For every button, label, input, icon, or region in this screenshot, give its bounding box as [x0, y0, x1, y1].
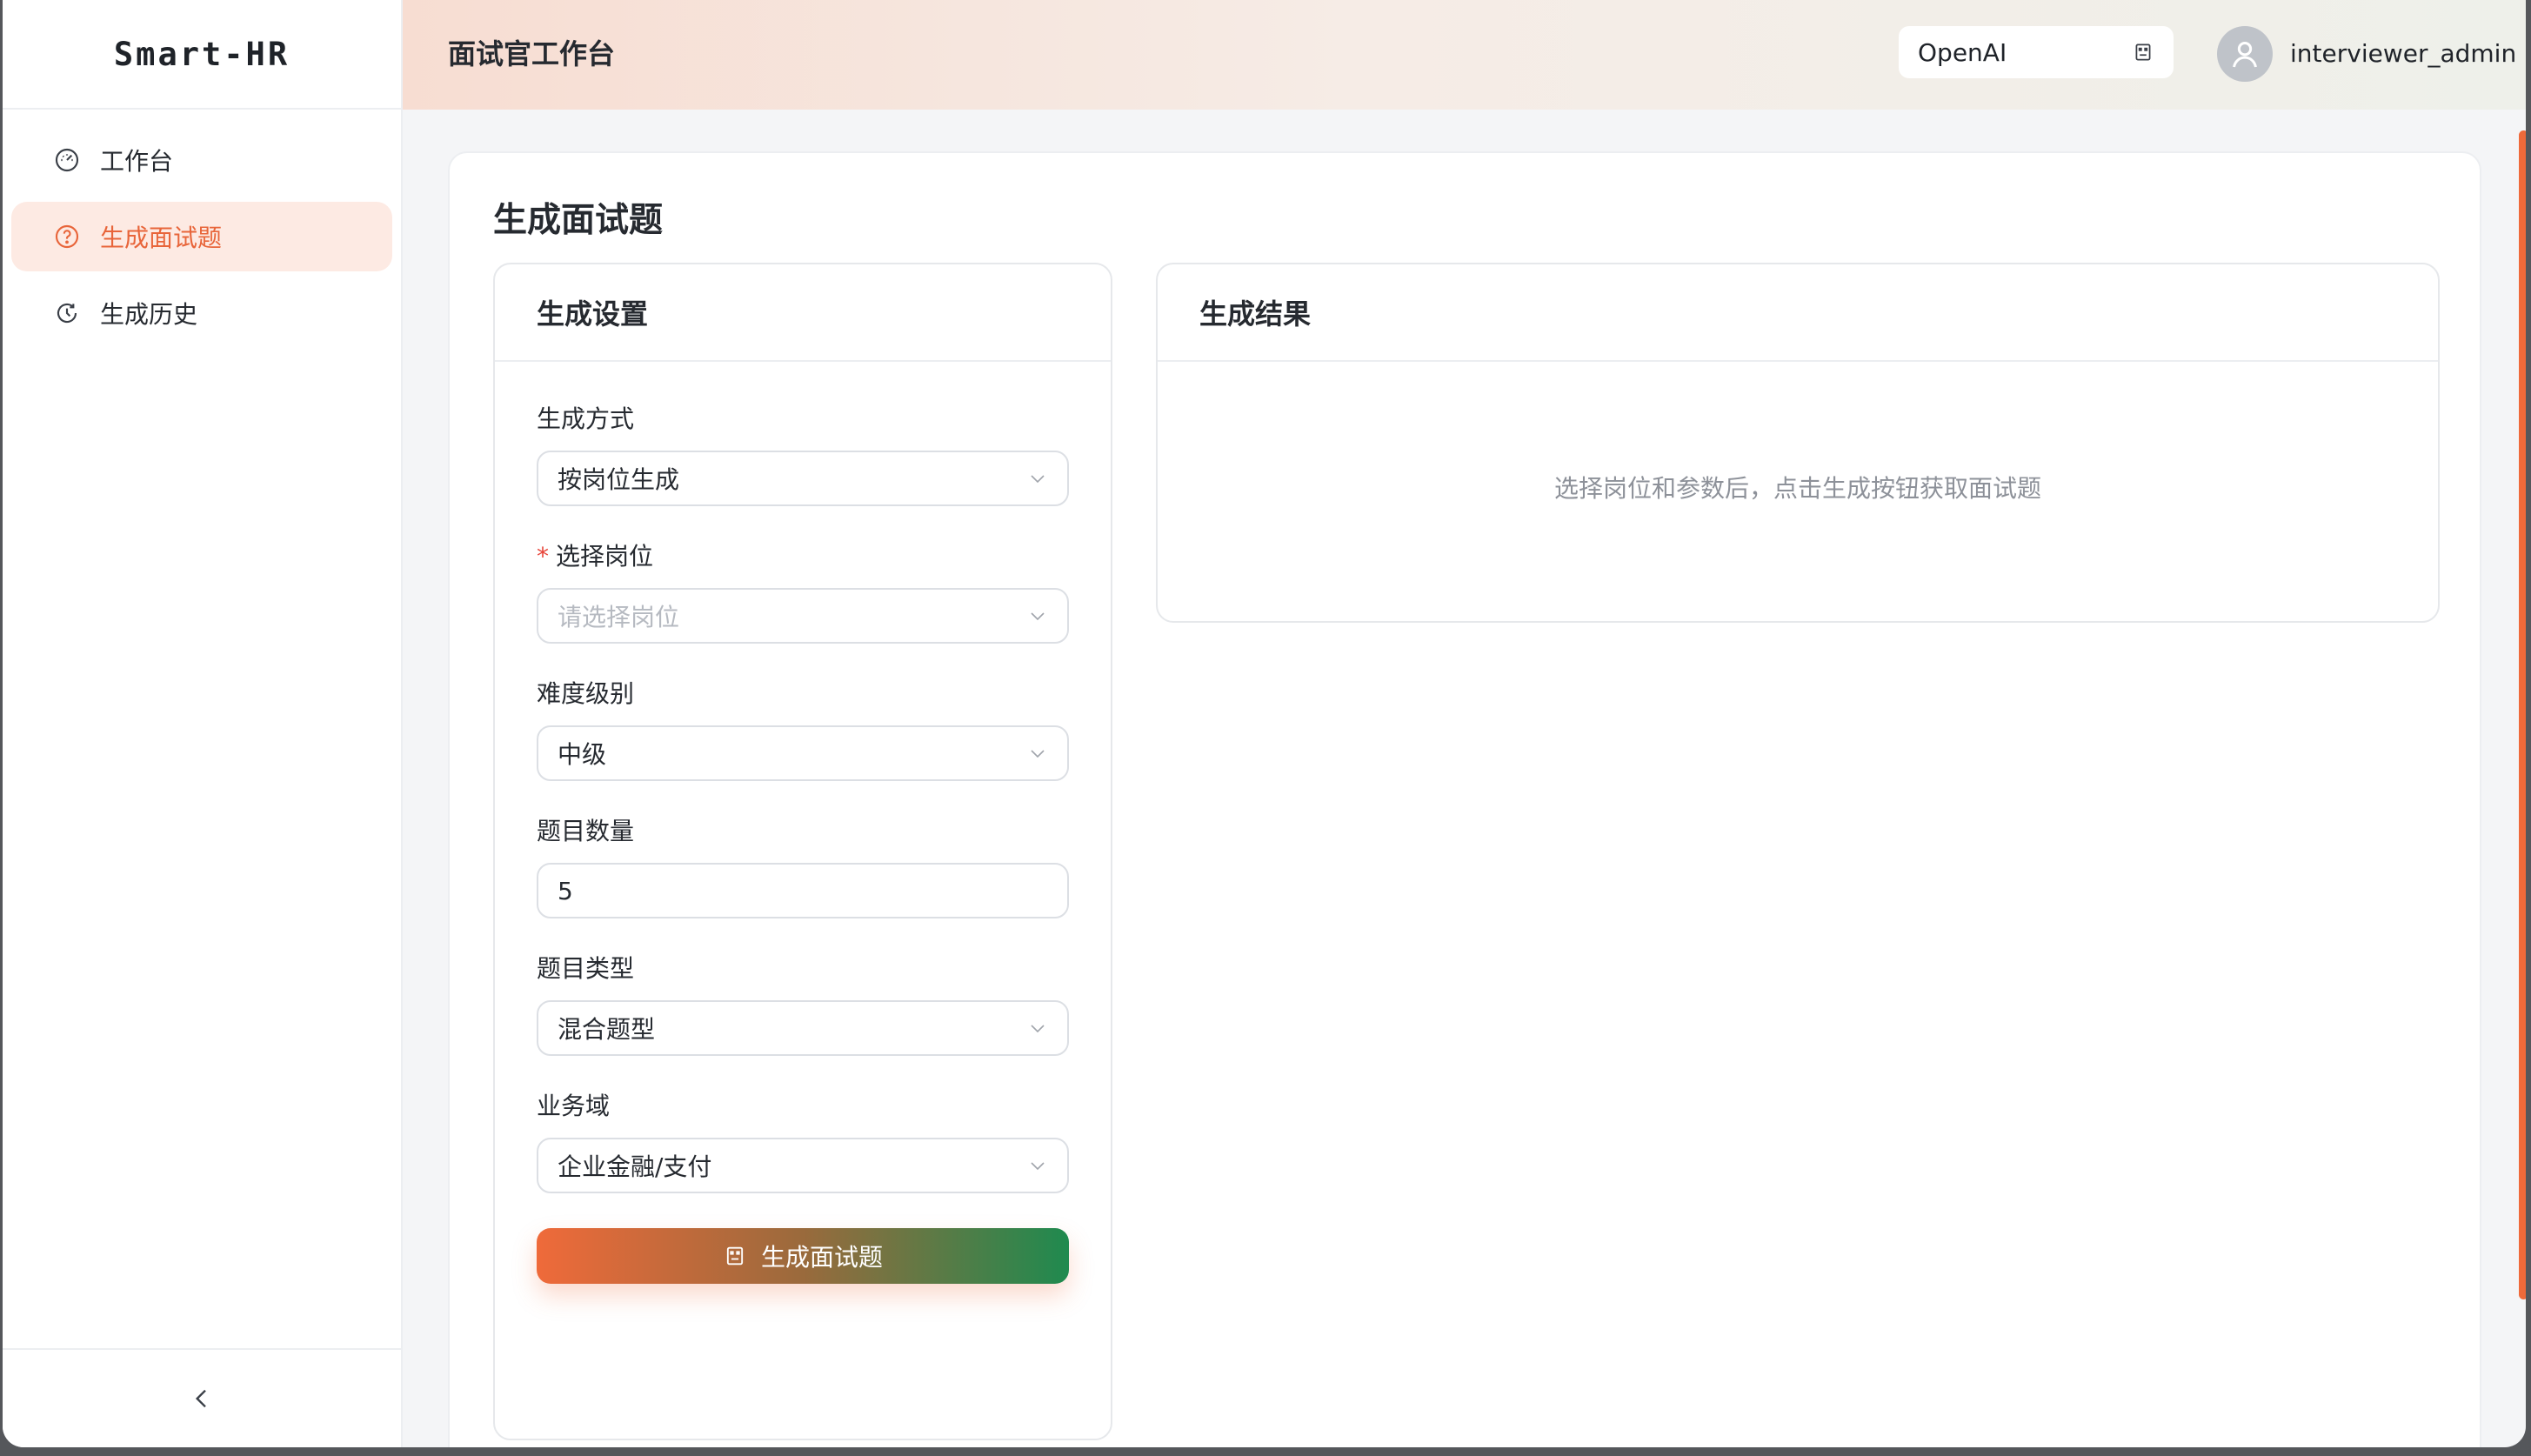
header-title: 面试官工作台: [448, 37, 616, 70]
settings-panel: 生成设置 生成方式 按岗位生成 * 选择岗位 请选择岗位 难度级别 中级 题目数…: [493, 263, 1112, 1440]
avatar[interactable]: [2217, 26, 2273, 82]
chevron-down-icon: [1031, 475, 1045, 484]
result-panel-title: 生成结果: [1158, 264, 2438, 362]
generate-questions-button[interactable]: 生成面试题: [537, 1228, 1069, 1284]
dashboard-icon: [53, 146, 81, 174]
robot-icon: [726, 1246, 744, 1266]
question-circle-icon: [53, 223, 81, 250]
sidebar-menu: 工作台 生成面试题 生成历史: [3, 110, 401, 348]
business-domain-select[interactable]: 企业金融/支付: [537, 1138, 1069, 1193]
field-method: 生成方式 按岗位生成: [537, 404, 1069, 506]
page-title: 生成面试题: [493, 201, 664, 240]
robot-icon: [2135, 43, 2151, 61]
sidebar-collapse-button[interactable]: [3, 1348, 401, 1447]
settings-form: 生成方式 按岗位生成 * 选择岗位 请选择岗位 难度级别 中级 题目数量 5 题…: [495, 362, 1111, 1284]
difficulty-select-value: 中级: [558, 740, 607, 769]
sidebar-item-label: 生成历史: [100, 300, 198, 329]
chevron-down-icon: [1031, 1162, 1045, 1171]
app-logo: Smart-HR: [3, 0, 401, 110]
position-select[interactable]: 请选择岗位: [537, 588, 1069, 644]
field-label: 业务域: [537, 1092, 611, 1120]
chevron-down-icon: [1031, 750, 1045, 758]
username[interactable]: interviewer_admin: [2290, 26, 2516, 82]
settings-panel-title: 生成设置: [495, 264, 1111, 362]
question-type-select[interactable]: 混合题型: [537, 1000, 1069, 1056]
business-domain-value: 企业金融/支付: [558, 1152, 712, 1181]
method-select-value: 按岗位生成: [558, 465, 680, 494]
field-label: 题目数量: [537, 817, 635, 845]
method-select[interactable]: 按岗位生成: [537, 451, 1069, 506]
chevron-left-icon: [195, 1389, 206, 1408]
app-window: Smart-HR 工作台 生成面试题 生成历史 面试官工作台 OpenAI in…: [3, 0, 2526, 1447]
sidebar-item-history[interactable]: 生成历史: [11, 278, 392, 348]
field-label-text: 选择岗位: [556, 542, 654, 571]
question-type-value: 混合题型: [558, 1015, 656, 1044]
field-label: 题目类型: [537, 954, 635, 983]
field-count: 题目数量 5: [537, 816, 1069, 918]
sidebar-item-dashboard[interactable]: 工作台: [11, 125, 392, 195]
history-icon: [53, 299, 81, 327]
sidebar: Smart-HR 工作台 生成面试题 生成历史: [3, 0, 403, 1447]
sidebar-item-label: 生成面试题: [100, 224, 223, 252]
chevron-down-icon: [1031, 612, 1045, 621]
position-select-placeholder: 请选择岗位: [558, 603, 680, 631]
field-label: * 选择岗位: [537, 541, 1069, 572]
chevron-down-icon: [1031, 1025, 1045, 1033]
result-panel: 生成结果 选择岗位和参数后，点击生成按钮获取面试题: [1156, 263, 2440, 623]
question-count-input[interactable]: 5: [537, 863, 1069, 918]
required-mark: *: [537, 542, 549, 571]
difficulty-select[interactable]: 中级: [537, 725, 1069, 781]
top-header: 面试官工作台 OpenAI interviewer_admin: [403, 0, 2526, 110]
field-label: 生成方式: [537, 404, 635, 433]
sidebar-item-label: 工作台: [100, 147, 174, 176]
main-content-card: 生成面试题 生成设置 生成方式 按岗位生成 * 选择岗位 请选择岗位 难度级别 …: [448, 151, 2481, 1447]
field-position: * 选择岗位 请选择岗位: [537, 541, 1069, 644]
field-domain: 业务域 企业金融/支付: [537, 1091, 1069, 1193]
field-label: 难度级别: [537, 679, 635, 708]
model-select-value: OpenAI: [1918, 37, 2007, 67]
generate-button-label: 生成面试题: [760, 1243, 883, 1272]
question-count-value: 5: [558, 876, 573, 905]
empty-state-text: 选择岗位和参数后，点击生成按钮获取面试题: [1553, 474, 2041, 503]
field-type: 题目类型 混合题型: [537, 953, 1069, 1056]
scrollbar[interactable]: [2519, 130, 2526, 1299]
field-difficulty: 难度级别 中级: [537, 678, 1069, 781]
user-icon: [2233, 42, 2257, 68]
model-select[interactable]: OpenAI: [1899, 26, 2174, 78]
sidebar-item-generate-questions[interactable]: 生成面试题: [11, 202, 392, 271]
